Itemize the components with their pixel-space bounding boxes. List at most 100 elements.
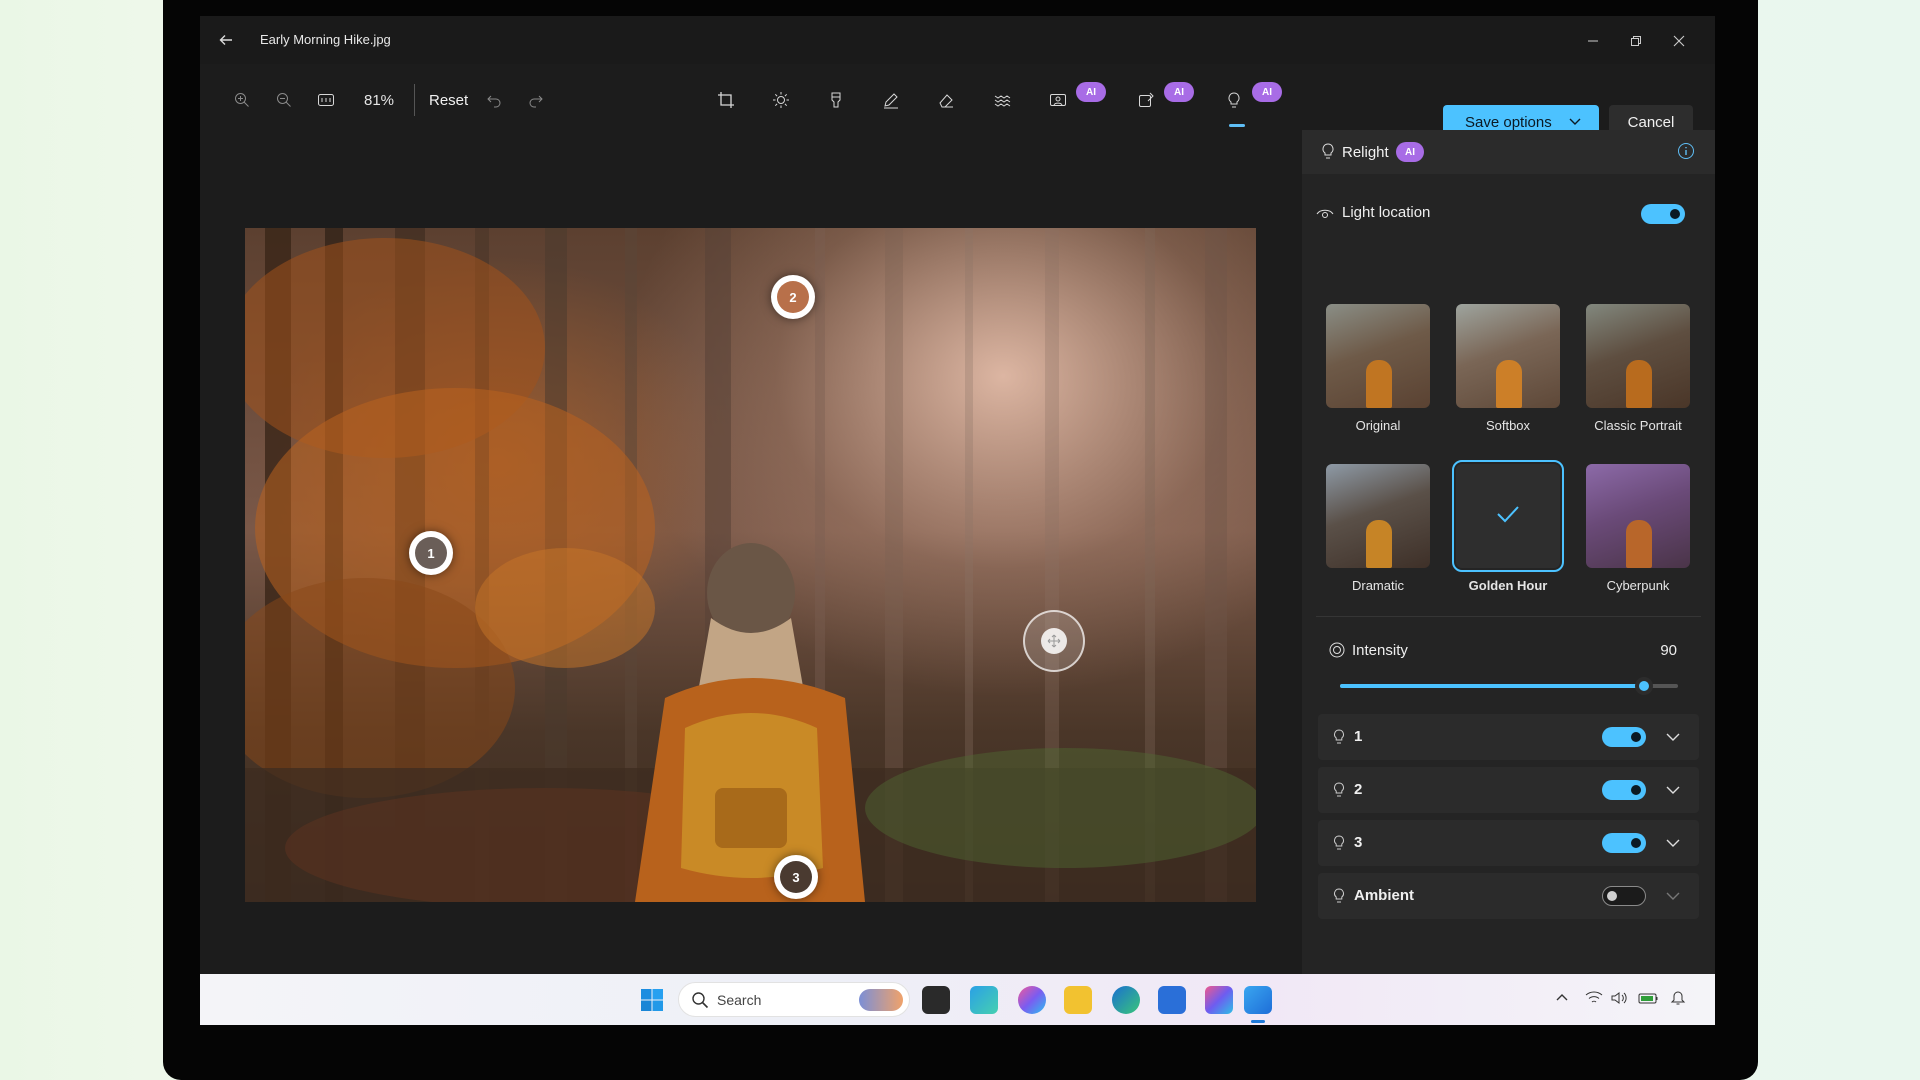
chevron-down-icon[interactable] — [1664, 834, 1682, 852]
windows-logo-icon — [641, 989, 663, 1011]
eraser-icon — [939, 94, 953, 108]
intensity-slider-thumb[interactable] — [1635, 677, 1654, 695]
intensity-label: Intensity — [1352, 642, 1408, 659]
relight-tool-button[interactable] — [1218, 84, 1250, 116]
generative-erase-button[interactable] — [1130, 84, 1162, 116]
chevron-up-icon[interactable] — [1555, 990, 1569, 1004]
light-row-2[interactable]: 2 — [1318, 767, 1699, 813]
back-button[interactable] — [214, 28, 238, 52]
intensity-slider-fill — [1340, 684, 1645, 688]
blur-tool-button[interactable] — [986, 84, 1018, 116]
wifi-icon[interactable] — [1585, 990, 1603, 1006]
background-tool-button[interactable] — [1042, 84, 1074, 116]
erase-tool-button[interactable] — [930, 84, 962, 116]
light-row-1[interactable]: 1 — [1318, 714, 1699, 760]
markup-tool-button[interactable] — [875, 84, 907, 116]
eye-icon — [1316, 209, 1334, 218]
ambient-toggle[interactable] — [1602, 886, 1646, 906]
preset-cyberpunk[interactable]: Cyberpunk — [1586, 464, 1690, 593]
intensity-icon — [1329, 642, 1345, 658]
microsoft-365-icon[interactable] — [1205, 986, 1233, 1014]
fit-to-window-button[interactable] — [310, 84, 342, 116]
light-row-label: Ambient — [1354, 887, 1414, 904]
search-icon — [692, 992, 709, 1009]
preset-dramatic[interactable]: Dramatic — [1326, 464, 1430, 593]
ai-badge: AI — [1252, 82, 1282, 102]
lightbulb-icon — [1228, 92, 1240, 108]
lightbulb-icon — [1322, 143, 1334, 159]
light-marker-1[interactable]: 1 — [409, 531, 453, 575]
preset-thumbnail — [1456, 304, 1560, 408]
photos-app-icon[interactable] — [1244, 986, 1272, 1014]
edge-browser-icon[interactable] — [1112, 986, 1140, 1014]
info-icon[interactable] — [1677, 142, 1695, 160]
taskbar: Search — [200, 974, 1715, 1025]
light-row-ambient[interactable]: Ambient — [1318, 873, 1699, 919]
intensity-value: 90 — [1660, 642, 1677, 659]
photo-preview[interactable]: 1 2 3 — [245, 228, 1256, 902]
microsoft-store-icon[interactable] — [1158, 986, 1186, 1014]
crop-tool-button[interactable] — [710, 84, 742, 116]
battery-icon[interactable] — [1638, 990, 1660, 1006]
light-2-toggle[interactable] — [1602, 780, 1646, 800]
volume-icon[interactable] — [1610, 990, 1628, 1006]
minimize-icon — [1588, 40, 1598, 42]
relight-panel: Relight AI Light location Original Softb… — [1302, 130, 1715, 974]
light-3-toggle[interactable] — [1602, 833, 1646, 853]
light-location-toggle[interactable] — [1641, 204, 1685, 224]
search-placeholder: Search — [717, 992, 762, 1008]
zoom-out-button[interactable] — [268, 84, 300, 116]
preset-label: Original — [1355, 418, 1401, 433]
photos-app-window: Early Morning Hike.jpg 81% Reset AI AI A… — [200, 16, 1715, 974]
adjust-tool-button[interactable] — [765, 84, 797, 116]
zoom-in-icon — [235, 93, 249, 107]
file-explorer-icon[interactable] — [1064, 986, 1092, 1014]
lightbulb-icon — [1334, 729, 1344, 744]
reset-button[interactable]: Reset — [429, 92, 468, 109]
close-button[interactable] — [1664, 26, 1694, 56]
task-view-icon[interactable] — [922, 986, 950, 1014]
light-marker-3[interactable]: 3 — [774, 855, 818, 899]
preset-classic-portrait[interactable]: Classic Portrait — [1586, 304, 1690, 433]
undo-button[interactable] — [478, 84, 510, 116]
chevron-down-icon — [1569, 118, 1581, 125]
chevron-down-icon[interactable] — [1664, 781, 1682, 799]
preset-thumbnail — [1326, 304, 1430, 408]
minimize-button[interactable] — [1578, 26, 1608, 56]
ambient-light-handle[interactable] — [1023, 610, 1085, 672]
taskbar-search[interactable]: Search — [678, 982, 910, 1017]
ai-badge: AI — [1076, 82, 1106, 102]
preset-golden-hour[interactable]: Golden Hour — [1452, 460, 1564, 593]
notification-bell-icon[interactable] — [1670, 990, 1686, 1006]
chevron-down-icon[interactable] — [1664, 728, 1682, 746]
light-row-label: 3 — [1354, 834, 1363, 851]
lightbulb-icon — [1334, 888, 1344, 903]
start-button[interactable] — [638, 986, 666, 1014]
preset-label: Classic Portrait — [1594, 418, 1682, 433]
close-icon — [1673, 35, 1685, 47]
pen-icon — [884, 93, 898, 109]
preset-thumbnail — [1452, 460, 1564, 572]
zoom-level[interactable]: 81% — [364, 92, 394, 109]
panel-header: Relight AI — [1302, 130, 1715, 174]
lightbulb-icon — [1334, 835, 1344, 850]
file-title: Early Morning Hike.jpg — [260, 32, 391, 47]
chevron-down-icon[interactable] — [1664, 887, 1682, 905]
light-row-3[interactable]: 3 — [1318, 820, 1699, 866]
light-marker-2[interactable]: 2 — [771, 275, 815, 319]
generative-erase-icon — [1139, 92, 1154, 107]
intensity-slider[interactable] — [1340, 677, 1678, 695]
preset-softbox[interactable]: Softbox — [1456, 304, 1560, 433]
preset-thumbnail — [1586, 304, 1690, 408]
preset-original[interactable]: Original — [1326, 304, 1430, 433]
light-1-toggle[interactable] — [1602, 727, 1646, 747]
restore-button[interactable] — [1621, 26, 1651, 56]
copilot-app-icon[interactable] — [970, 986, 998, 1014]
copilot-icon[interactable] — [1018, 986, 1046, 1014]
filter-tool-button[interactable] — [820, 84, 852, 116]
preset-thumbnail — [1586, 464, 1690, 568]
redo-button[interactable] — [520, 84, 552, 116]
move-icon — [1041, 628, 1067, 654]
active-app-indicator — [1251, 1020, 1265, 1023]
zoom-in-button[interactable] — [226, 84, 258, 116]
